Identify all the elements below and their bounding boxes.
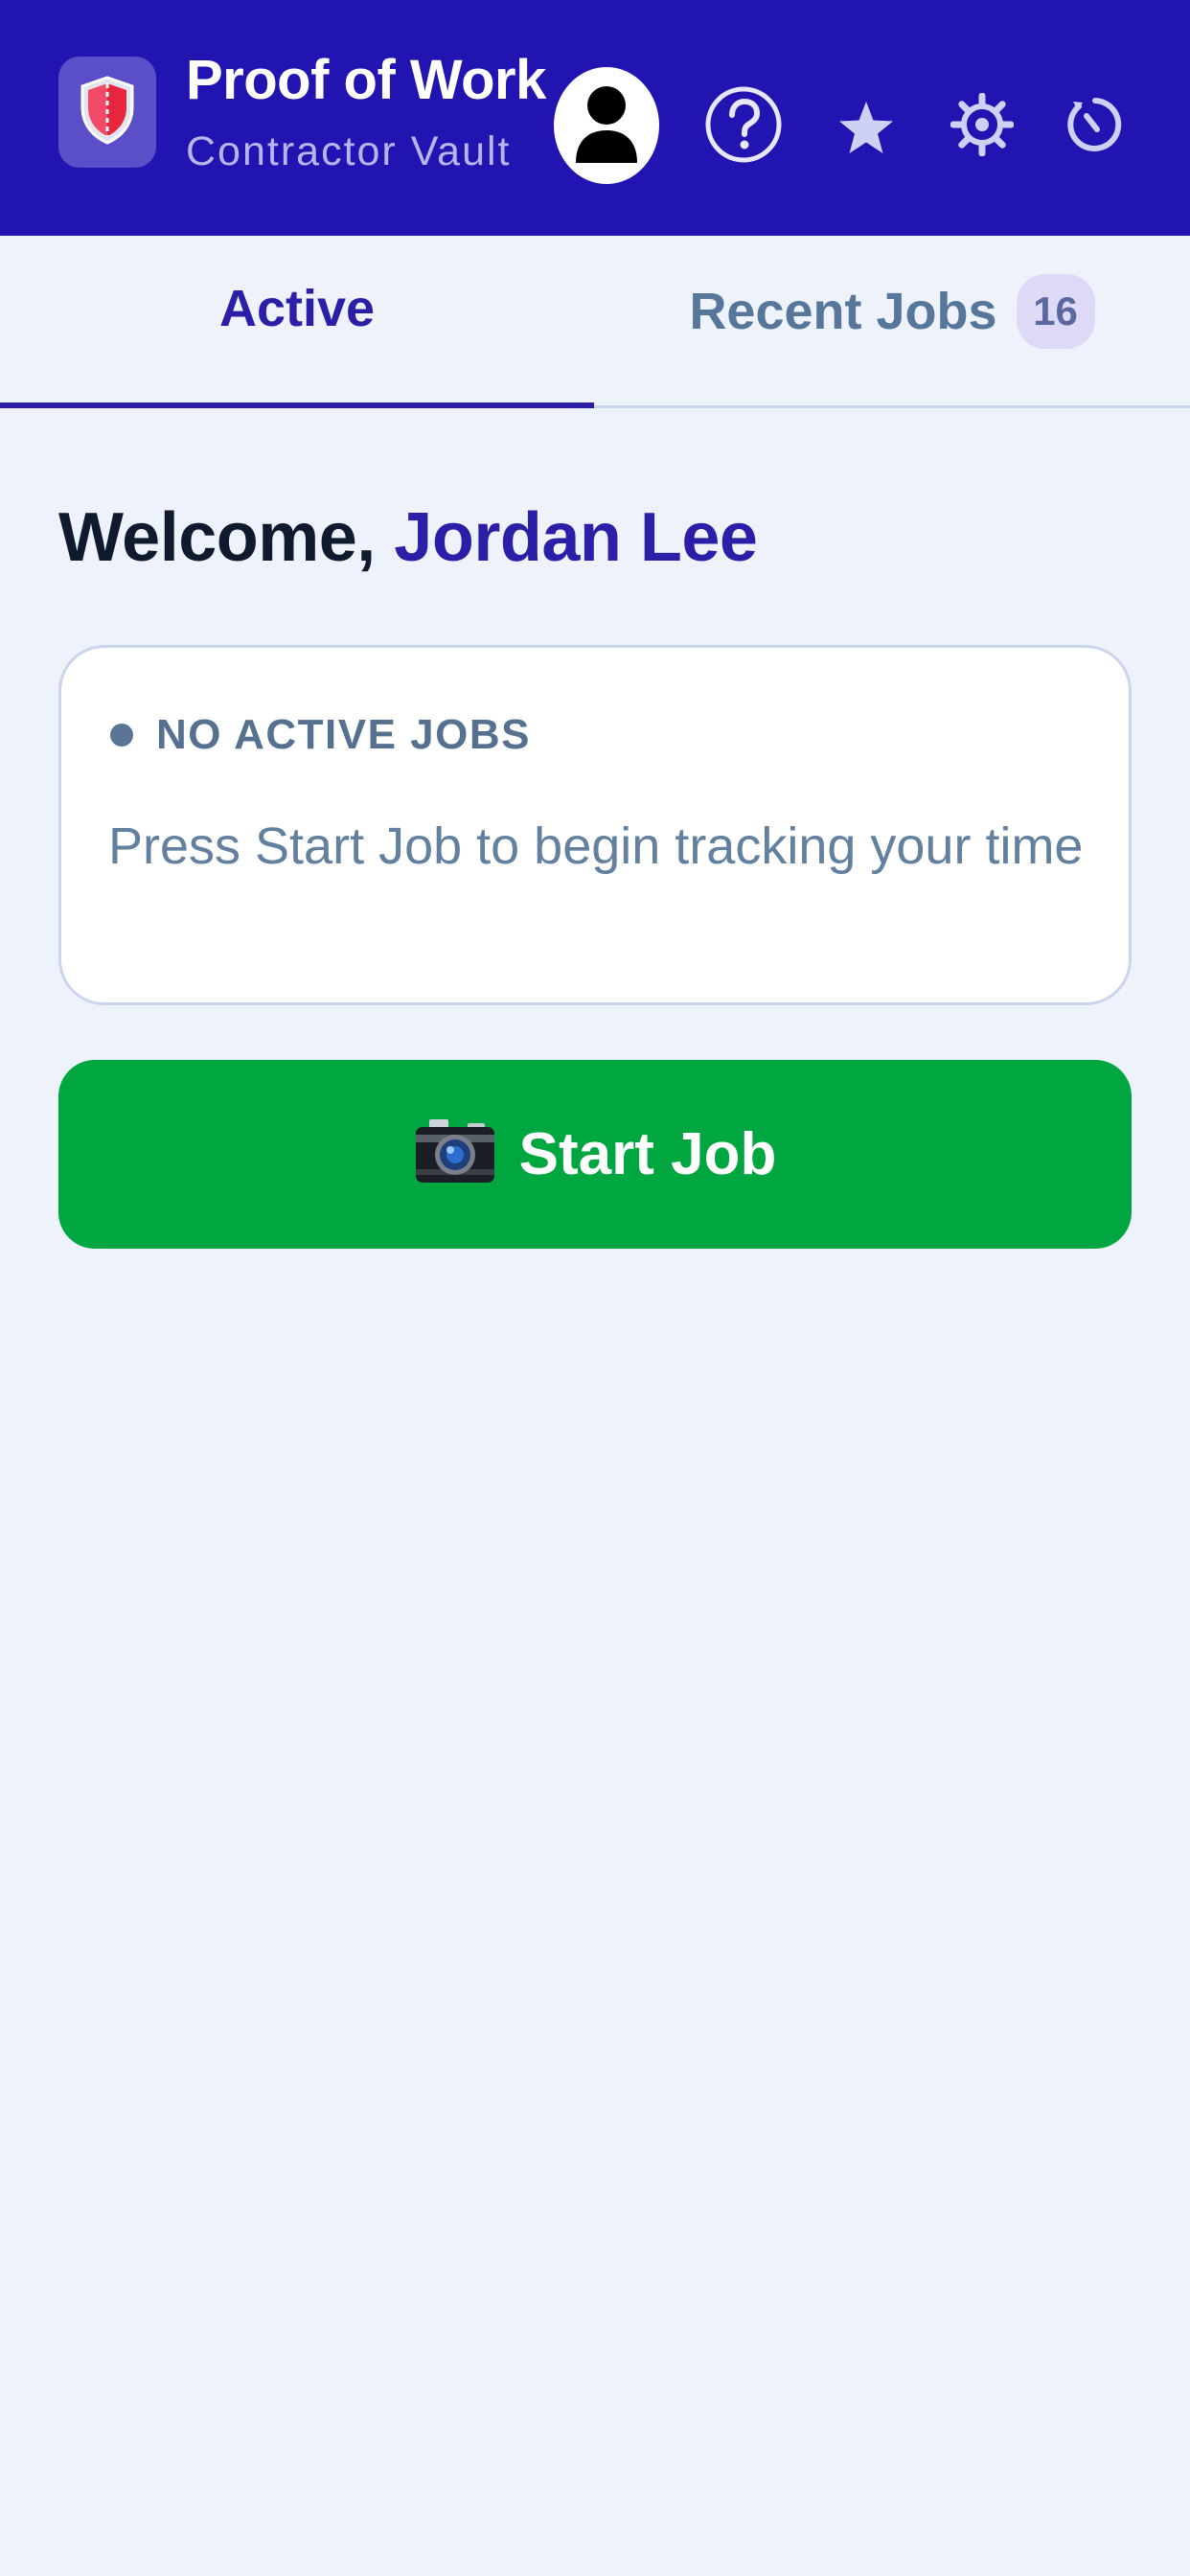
profile-button[interactable] — [554, 67, 659, 184]
settings-icon — [950, 92, 1015, 161]
tab-active[interactable]: Active — [0, 236, 594, 408]
history-icon — [1065, 95, 1125, 159]
start-job-button[interactable]: Start Job — [58, 1060, 1132, 1249]
help-icon — [704, 85, 783, 169]
recent-jobs-count-badge: 16 — [1016, 274, 1095, 349]
app-logo — [58, 57, 156, 168]
help-button[interactable] — [698, 80, 790, 172]
start-job-label: Start Job — [518, 1121, 777, 1187]
tab-bar: Active Recent Jobs 16 — [0, 236, 1190, 408]
tab-active-label: Active — [218, 280, 376, 337]
status-message: Press Start Job to begin tracking your t… — [108, 817, 1084, 875]
tab-recent-jobs[interactable]: Recent Jobs 16 — [594, 236, 1190, 408]
user-icon — [573, 82, 640, 170]
job-status-card: NO ACTIVE JOBS Press Start Job to begin … — [58, 645, 1132, 1005]
favorites-button[interactable] — [820, 84, 912, 176]
status-dot — [110, 724, 133, 747]
welcome-heading: Welcome, Jordan Lee — [58, 498, 758, 577]
tab-recent-jobs-label: Recent Jobs — [689, 283, 997, 340]
app-header: Proof of Work Contractor Vault — [0, 0, 1190, 236]
welcome-prefix: Welcome, — [58, 499, 395, 576]
camera-icon — [414, 1117, 496, 1191]
star-icon — [836, 99, 896, 163]
user-name: Jordan Lee — [394, 499, 758, 576]
shield-icon — [78, 75, 137, 150]
app-subtitle: Contractor Vault — [186, 128, 512, 174]
app-title: Proof of Work — [186, 49, 546, 111]
history-button[interactable] — [1049, 80, 1141, 172]
status-label: NO ACTIVE JOBS — [156, 711, 531, 758]
settings-button[interactable] — [936, 80, 1028, 172]
